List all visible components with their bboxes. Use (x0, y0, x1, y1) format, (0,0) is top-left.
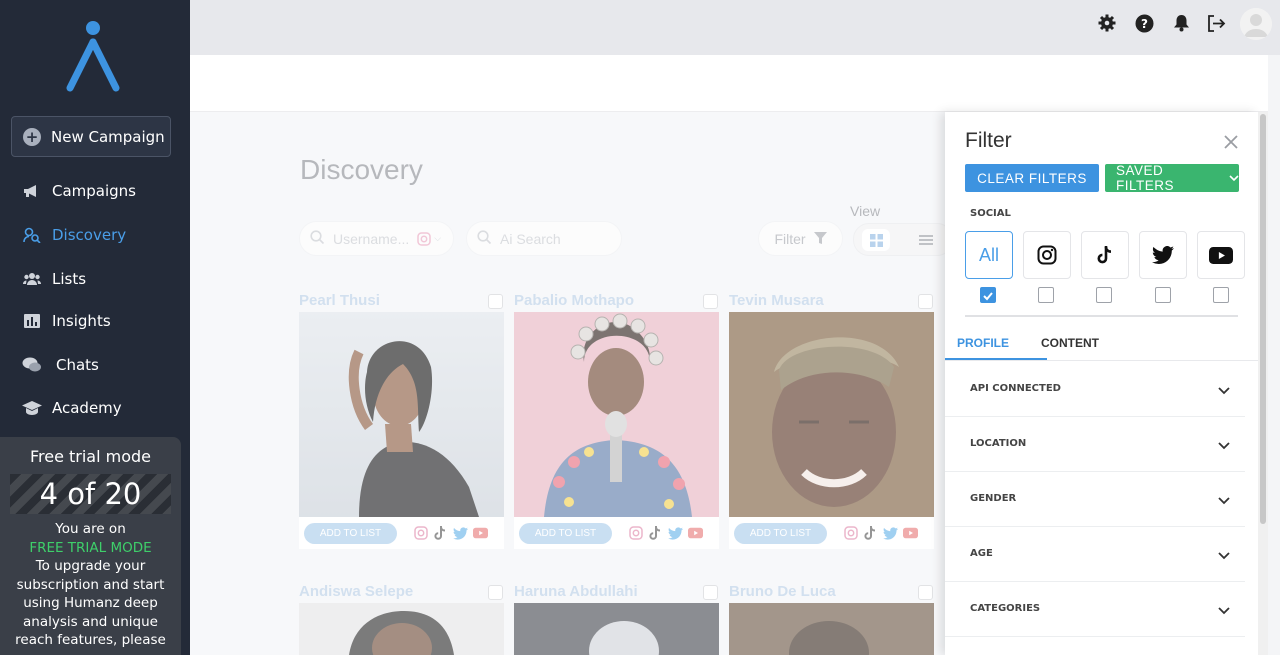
help-icon[interactable]: ? (1134, 13, 1154, 33)
social-all-button[interactable]: All (965, 231, 1013, 279)
new-campaign-label: New Campaign (51, 127, 165, 146)
sidebar-item-label: Campaigns (52, 182, 137, 200)
section-label: API CONNECTED (970, 383, 1061, 394)
filter-section-gender[interactable]: GENDER (945, 472, 1245, 527)
social-all-label: All (978, 244, 999, 265)
saved-filters-button[interactable]: SAVED FILTERS (1105, 163, 1239, 193)
social-youtube-checkbox[interactable] (1213, 287, 1229, 303)
checkmark-icon (983, 292, 993, 301)
sidebar: + New Campaign Campaigns Discovery Lists… (0, 0, 190, 655)
social-section-label: SOCIAL (970, 208, 1011, 219)
free-trial-box: Free trial mode 4 of 20 You are on FREE … (0, 437, 181, 655)
discovery-icon (22, 227, 42, 243)
chevron-down-icon (1218, 607, 1230, 615)
chevron-down-icon (1218, 552, 1230, 560)
sidebar-item-campaigns[interactable]: Campaigns (22, 179, 136, 203)
sidebar-item-discovery[interactable]: Discovery (22, 223, 126, 247)
filter-panel: Filter CLEAR FILTERS SAVED FILTERS SOCIA… (945, 112, 1258, 655)
chevron-down-icon (1218, 387, 1230, 395)
filter-section-location[interactable]: LOCATION (945, 417, 1245, 472)
divider (965, 315, 1238, 317)
filter-section-api-connected[interactable]: API CONNECTED (945, 362, 1245, 417)
sidebar-item-label: Lists (52, 270, 87, 288)
section-label: AGE (970, 548, 993, 559)
humanz-logo[interactable] (64, 20, 122, 92)
avatar[interactable] (1240, 8, 1272, 40)
sidebar-item-lists[interactable]: Lists (22, 267, 86, 291)
social-tiktok-button[interactable] (1081, 231, 1129, 279)
twitter-icon (1152, 246, 1174, 264)
sidebar-item-academy[interactable]: Academy (22, 396, 122, 420)
trial-count: 4 of 20 (10, 474, 171, 514)
section-label: CATEGORIES (970, 603, 1041, 614)
bell-icon[interactable] (1171, 13, 1191, 33)
social-instagram-checkbox[interactable] (1038, 287, 1054, 303)
svg-text:?: ? (1141, 17, 1148, 31)
scrollbar-thumb[interactable] (1260, 114, 1266, 524)
youtube-icon (1209, 246, 1233, 264)
clear-filters-button[interactable]: CLEAR FILTERS (965, 164, 1099, 192)
instagram-icon (1037, 245, 1057, 265)
chevron-down-icon (1218, 497, 1230, 505)
trial-mode-label: FREE TRIAL MODE (29, 539, 152, 556)
chevron-down-icon (1218, 442, 1230, 450)
megaphone-icon (22, 183, 42, 199)
close-icon[interactable] (1223, 134, 1239, 150)
new-campaign-button[interactable]: + New Campaign (11, 116, 171, 157)
graduation-cap-icon (22, 400, 42, 416)
filter-panel-title: Filter (965, 129, 1012, 152)
trial-body: To upgrade your subscription and start u… (15, 558, 166, 648)
tab-profile[interactable]: PROFILE (957, 336, 1009, 350)
gear-icon[interactable] (1097, 13, 1117, 33)
social-twitter-button[interactable] (1139, 231, 1187, 279)
filter-section-categories[interactable]: CATEGORIES (945, 582, 1245, 637)
social-youtube-button[interactable] (1197, 231, 1245, 279)
saved-filters-label: SAVED FILTERS (1116, 163, 1175, 193)
divider (945, 360, 1258, 361)
clear-filters-label: CLEAR FILTERS (977, 170, 1087, 186)
section-label: LOCATION (970, 438, 1027, 449)
plus-icon: + (23, 127, 41, 146)
chat-icon (22, 357, 42, 373)
filter-section-age[interactable]: AGE (945, 527, 1245, 582)
chevron-down-icon (1229, 174, 1239, 182)
trial-text: You are on FREE TRIAL MODE To upgrade yo… (0, 520, 181, 650)
sidebar-item-label: Insights (52, 312, 111, 330)
logout-icon[interactable] (1206, 13, 1226, 33)
trial-title: Free trial mode (29, 447, 152, 466)
trial-line: You are on (55, 521, 126, 537)
sidebar-item-label: Academy (52, 399, 122, 417)
sidebar-item-chats[interactable]: Chats (22, 353, 99, 377)
tab-content[interactable]: CONTENT (1041, 336, 1099, 350)
sidebar-item-label: Discovery (52, 226, 127, 244)
social-tiktok-checkbox[interactable] (1096, 287, 1112, 303)
social-instagram-button[interactable] (1023, 231, 1071, 279)
section-label: GENDER (970, 493, 1017, 504)
social-twitter-checkbox[interactable] (1155, 287, 1171, 303)
social-all-checkbox[interactable] (980, 287, 996, 303)
chart-icon (22, 313, 42, 329)
users-icon (22, 271, 42, 287)
sidebar-item-label: Chats (56, 356, 99, 374)
sidebar-item-insights[interactable]: Insights (22, 309, 111, 333)
tiktok-icon (1097, 246, 1111, 264)
